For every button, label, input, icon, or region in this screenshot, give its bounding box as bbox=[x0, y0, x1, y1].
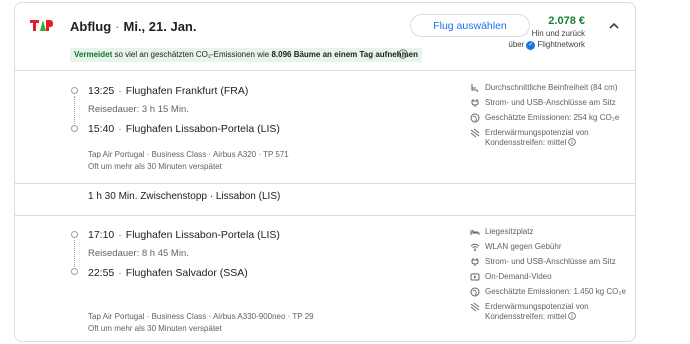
tap-air-portugal-logo bbox=[30, 20, 53, 31]
seat-icon bbox=[471, 84, 479, 93]
segment-2-amenities: Liegesitzplatz WLAN gegen Gebühr Strom- … bbox=[470, 227, 626, 327]
segment-2-departure: 17:10 · Flughafen Lissabon-Portela (LIS) bbox=[88, 229, 280, 241]
power-plug-icon bbox=[471, 99, 479, 107]
emissions-icon bbox=[470, 287, 480, 297]
segment-1-arrival: 15:40 · Flughafen Lissabon-Portela (LIS) bbox=[88, 123, 280, 135]
emissions-highlight: Vermeidet bbox=[74, 50, 113, 59]
segment-2-flight-info: Tap Air Portugal · Business Class · Airb… bbox=[88, 312, 314, 321]
departure-label: Abflug bbox=[70, 19, 112, 34]
verified-check-icon: ✓ bbox=[526, 40, 536, 50]
amenity-item: Geschätzte Emissionen: 1.450 kg CO₂e bbox=[470, 287, 626, 297]
segment-1-departure: 13:25 · Flughafen Frankfurt (FRA) bbox=[88, 85, 249, 97]
amenity-item: Strom- und USB-Anschlüsse am Sitz bbox=[470, 257, 626, 267]
amenity-item: WLAN gegen Gebühr bbox=[470, 242, 626, 252]
booking-via: über ✓ Flightnetwork bbox=[508, 39, 585, 51]
chevron-up-icon[interactable] bbox=[607, 19, 621, 33]
warming-icon bbox=[470, 128, 480, 138]
timeline-line bbox=[74, 96, 75, 124]
segment-2-delay-note: Oft um mehr als 30 Minuten verspätet bbox=[88, 324, 222, 333]
layover-city: Lissabon (LIS) bbox=[215, 191, 281, 202]
info-icon[interactable] bbox=[568, 138, 577, 146]
booking-via-name: Flightnetwork bbox=[537, 40, 585, 49]
price: 2.078 € bbox=[548, 15, 585, 27]
airline-name: Tap Air Portugal bbox=[88, 312, 145, 321]
amenity-item: Geschätzte Emissionen: 254 kg CO₂e bbox=[470, 113, 619, 123]
departure-time: 17:10 bbox=[88, 229, 115, 241]
arrival-time: 15:40 bbox=[88, 123, 115, 135]
price-type: Hin und zurück bbox=[531, 29, 585, 38]
departure-time: 13:25 bbox=[88, 85, 115, 97]
arrival-airport: Flughafen Salvador (SSA) bbox=[125, 267, 248, 279]
segment-1-amenities: Durchschnittliche Beinfreiheit (84 cm) S… bbox=[470, 83, 619, 153]
flight-card: Abflug · Mi., 21. Jan. Flug auswählen 2.07… bbox=[14, 2, 636, 342]
timeline-dot bbox=[71, 87, 78, 94]
info-icon[interactable] bbox=[398, 49, 408, 59]
wifi-icon bbox=[470, 243, 480, 252]
amenity-item: Durchschnittliche Beinfreiheit (84 cm) bbox=[470, 83, 619, 93]
departure-airport: Flughafen Frankfurt (FRA) bbox=[125, 85, 249, 97]
booking-via-prefix: über bbox=[508, 40, 525, 49]
warming-icon bbox=[470, 302, 480, 312]
segment-2-arrival: 22:55 · Flughafen Salvador (SSA) bbox=[88, 267, 248, 279]
layover-duration: 1 h 30 Min. Zwischenstopp bbox=[88, 191, 207, 202]
airline-name: Tap Air Portugal bbox=[88, 150, 145, 159]
segment-1-duration: Reisedauer: 3 h 15 Min. bbox=[88, 104, 189, 115]
flight-number: TP 571 bbox=[263, 150, 289, 159]
info-icon[interactable] bbox=[568, 312, 577, 320]
timeline-line bbox=[74, 240, 75, 267]
aircraft: Airbus A330-900neo bbox=[212, 312, 286, 321]
layover-info: 1 h 30 Min. Zwischenstopp · Lissabon (LI… bbox=[88, 191, 281, 202]
power-plug-icon bbox=[471, 258, 479, 266]
emissions-icon bbox=[470, 113, 480, 123]
departure-airport: Flughafen Lissabon-Portela (LIS) bbox=[125, 229, 280, 241]
cabin-class: Business Class bbox=[151, 150, 207, 159]
video-icon bbox=[470, 273, 480, 281]
arrival-airport: Flughafen Lissabon-Portela (LIS) bbox=[125, 123, 280, 135]
amenity-item: On-Demand-Video bbox=[470, 272, 626, 282]
cabin-class: Business Class bbox=[151, 312, 207, 321]
arrival-time: 22:55 bbox=[88, 267, 115, 279]
lie-flat-seat-icon bbox=[470, 230, 480, 235]
segment-1-delay-note: Oft um mehr als 30 Minuten verspätet bbox=[88, 162, 222, 171]
emissions-text: so viel an geschätzten CO₂-Emissionen wi… bbox=[114, 50, 270, 59]
amenity-item: Erderwärmungspotenzial von Kondensstreife… bbox=[470, 302, 626, 322]
departure-heading: Abflug · Mi., 21. Jan. bbox=[70, 19, 197, 34]
flight-number: TP 29 bbox=[292, 312, 314, 321]
departure-date: Mi., 21. Jan. bbox=[123, 19, 197, 34]
emissions-banner: Vermeidet so viel an geschätzten CO₂-Emi… bbox=[70, 48, 423, 62]
divider bbox=[15, 215, 635, 216]
timeline-dot bbox=[71, 268, 78, 275]
timeline-dot bbox=[71, 125, 78, 132]
amenity-item: Strom- und USB-Anschlüsse am Sitz bbox=[470, 98, 619, 108]
price-block: 2.078 € Hin und zurück über ✓ Flightnetw… bbox=[508, 14, 585, 51]
divider bbox=[15, 183, 635, 184]
segment-2-duration: Reisedauer: 8 h 45 Min. bbox=[88, 248, 189, 259]
amenity-item: Erderwärmungspotenzial von Kondensstreife… bbox=[470, 128, 619, 148]
timeline-dot bbox=[71, 231, 78, 238]
aircraft: Airbus A320 bbox=[212, 150, 257, 159]
amenity-item: Liegesitzplatz bbox=[470, 227, 626, 237]
emissions-trees: 8.096 Bäume an einem Tag aufnehmen bbox=[271, 50, 419, 59]
segment-1-flight-info: Tap Air Portugal · Business Class · Airb… bbox=[88, 150, 289, 159]
divider bbox=[15, 70, 635, 71]
